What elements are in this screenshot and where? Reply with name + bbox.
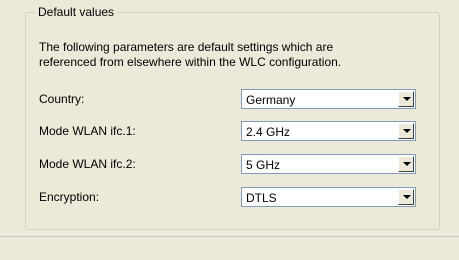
description-line-2: referenced from elsewhere within the WLC… — [39, 55, 342, 69]
encryption-label: Encryption: — [39, 190, 100, 204]
chevron-down-icon — [403, 97, 411, 101]
chevron-down-icon — [403, 195, 411, 199]
mode-wlan-ifc1-label: Mode WLAN ifc.1: — [39, 124, 136, 138]
mode-wlan-ifc2-select[interactable]: 5 GHz — [241, 154, 416, 174]
description-text: The following parameters are default set… — [39, 40, 439, 70]
encryption-dropdown-button[interactable] — [398, 189, 414, 205]
chevron-down-icon — [403, 129, 411, 133]
country-dropdown-button[interactable] — [398, 91, 414, 107]
mode-wlan-ifc1-value: 2.4 GHz — [246, 125, 291, 139]
encryption-select[interactable]: DTLS — [241, 187, 416, 207]
description-line-1: The following parameters are default set… — [39, 40, 334, 54]
groupbox-title: Default values — [35, 5, 118, 19]
country-label: Country: — [39, 92, 85, 106]
mode-wlan-ifc1-dropdown-button[interactable] — [398, 123, 414, 139]
mode-wlan-ifc2-dropdown-button[interactable] — [398, 156, 414, 172]
mode-wlan-ifc2-label: Mode WLAN ifc.2: — [39, 157, 136, 171]
encryption-value: DTLS — [246, 191, 277, 205]
chevron-down-icon — [403, 162, 411, 166]
mode-wlan-ifc2-value: 5 GHz — [246, 158, 281, 172]
country-value: Germany — [246, 93, 296, 107]
mode-wlan-ifc1-select[interactable]: 2.4 GHz — [241, 121, 416, 141]
bottom-divider-area — [0, 236, 459, 260]
country-select[interactable]: Germany — [241, 89, 416, 109]
